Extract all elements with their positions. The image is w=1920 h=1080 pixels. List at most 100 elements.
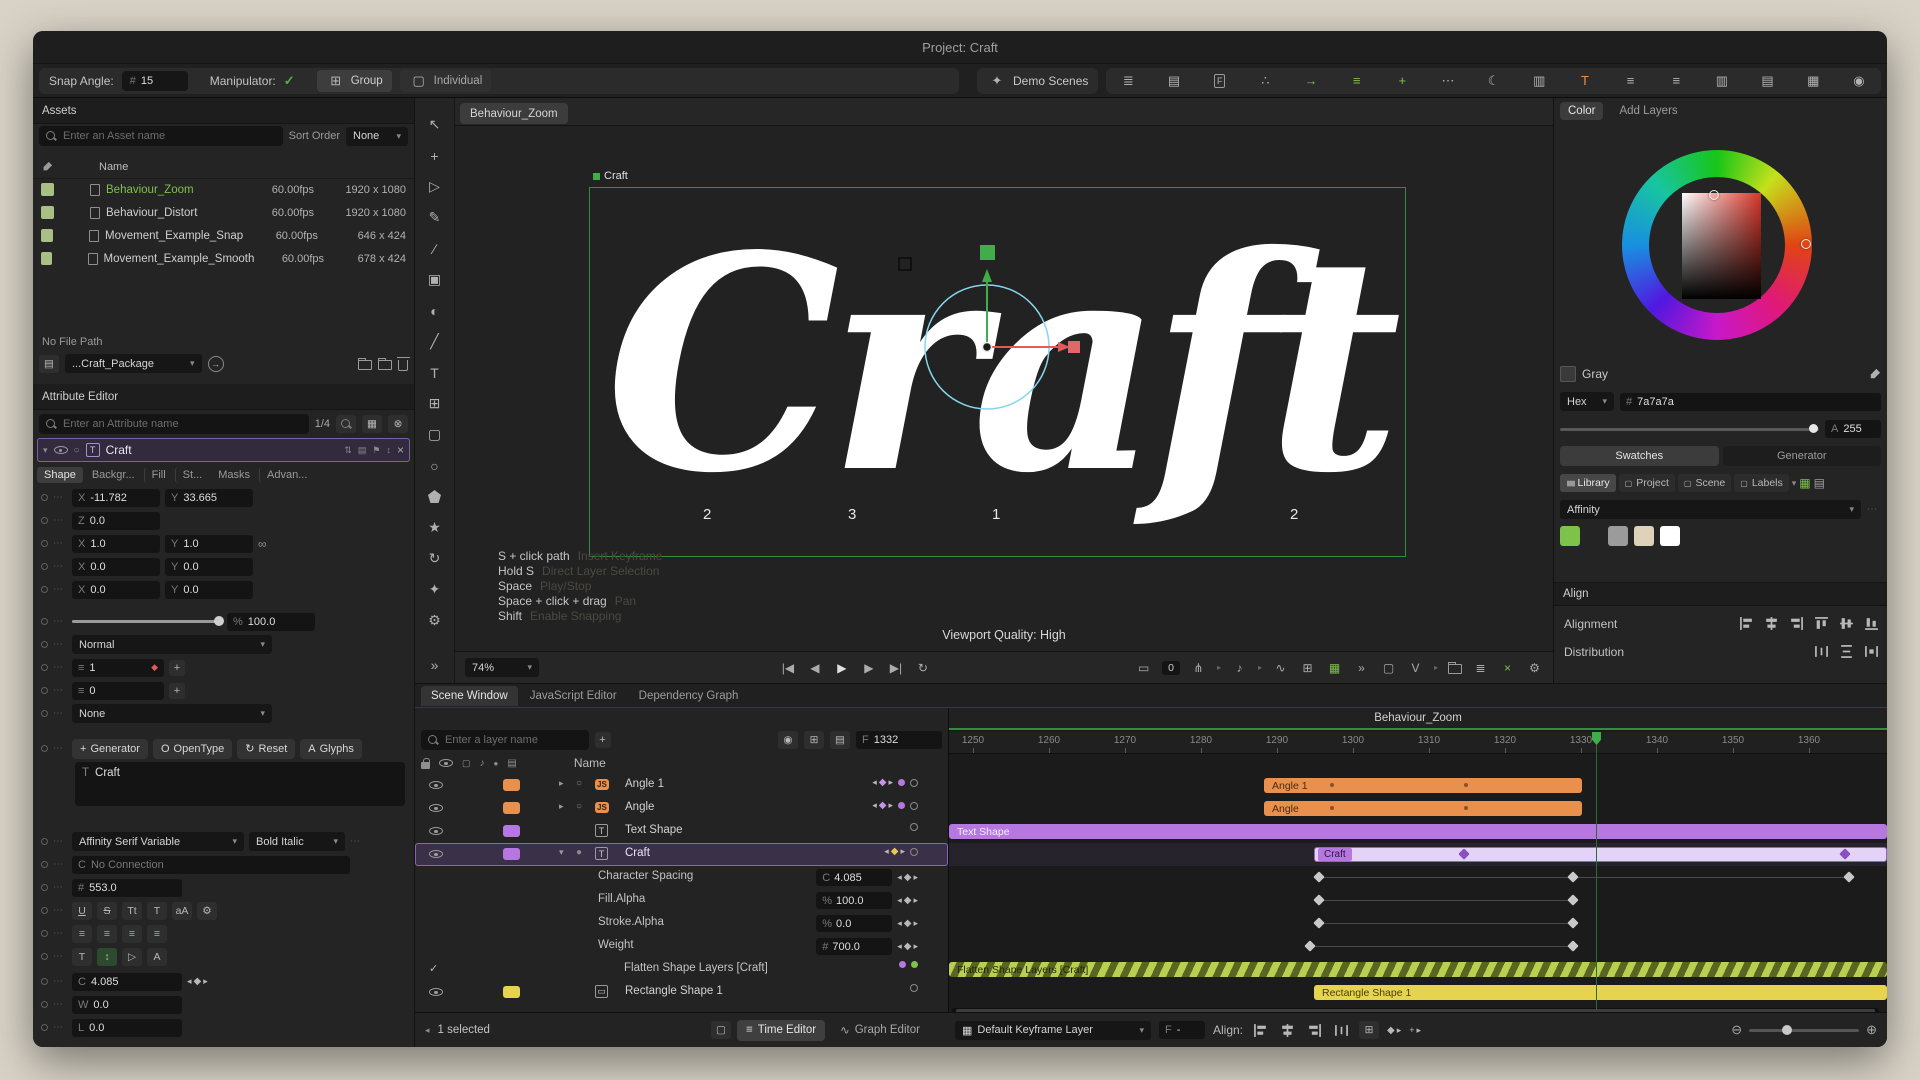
position-y-field[interactable]: Y33.665: [165, 489, 253, 507]
stack-order-value[interactable]: 0: [89, 685, 95, 697]
more-icon[interactable]: ⋯: [350, 836, 364, 847]
keyframe-nav[interactable]: ◂◆▸: [897, 895, 918, 906]
connection-field[interactable]: CNo Connection: [72, 856, 350, 874]
connection-socket[interactable]: [41, 710, 48, 717]
add-button[interactable]: +: [169, 660, 185, 676]
subscript-icon[interactable]: T: [147, 902, 167, 920]
layer-row-craft[interactable]: ▾ ● T Craft ◂◆▸: [415, 843, 948, 866]
filter-film-icon[interactable]: ◉: [778, 731, 798, 749]
align-text-center-icon[interactable]: ≡: [97, 925, 117, 943]
zoom-dropdown[interactable]: 74% ▾: [465, 658, 539, 677]
connection-socket[interactable]: [41, 586, 48, 593]
opentype-button[interactable]: OOpenType: [153, 739, 232, 759]
collection-dropdown[interactable]: Affinity▾: [1560, 500, 1861, 519]
add-layer-button[interactable]: +: [595, 732, 611, 748]
eye-icon[interactable]: [429, 848, 443, 860]
connection-socket[interactable]: [41, 861, 48, 868]
grid-view-icon[interactable]: ▦: [1799, 476, 1810, 490]
asset-search-input[interactable]: [63, 130, 277, 142]
w-value[interactable]: 0.0: [93, 999, 108, 1011]
row-menu-icon[interactable]: ⋯: [53, 492, 67, 503]
brush-tool-icon[interactable]: ∕: [424, 238, 445, 259]
audio-column-icon[interactable]: ♪: [480, 758, 485, 769]
clip-bar[interactable]: Angle 1: [1264, 778, 1582, 793]
pivot-y-field[interactable]: Y0.0: [165, 581, 253, 599]
char-spacing-value[interactable]: 4.085: [91, 976, 119, 988]
swatch[interactable]: [1560, 526, 1580, 546]
property-value-field[interactable]: #700.0: [816, 938, 892, 955]
skip-to-start-button[interactable]: |◀: [779, 658, 796, 678]
keyframe-diamond-icon[interactable]: ◆: [879, 800, 887, 811]
snapping-icon[interactable]: ▦: [1326, 658, 1343, 678]
levels-icon[interactable]: ≡: [1347, 70, 1367, 92]
attribute-search-field[interactable]: [39, 414, 309, 434]
eyedropper-icon[interactable]: [1868, 368, 1881, 381]
list-view-icon[interactable]: ▤: [1814, 476, 1825, 490]
layer-search-field[interactable]: [421, 730, 589, 750]
polygon-tool-icon[interactable]: [424, 486, 445, 507]
generator-button[interactable]: +Generator: [72, 739, 148, 759]
opacity-field[interactable]: %100.0: [227, 613, 315, 631]
effect-dropdown[interactable]: None▾: [72, 704, 272, 723]
property-value[interactable]: 100.0: [836, 895, 864, 907]
row-menu-icon[interactable]: ⋯: [53, 584, 67, 595]
zoom-out-icon[interactable]: ⊖: [1731, 1022, 1742, 1038]
align-panel-header[interactable]: Align: [1554, 582, 1887, 606]
property-value-field[interactable]: %0.0: [816, 915, 892, 932]
keyframe-nav[interactable]: ◂◆▸: [897, 918, 918, 929]
current-frame-field[interactable]: F 1332: [856, 731, 942, 749]
row-menu-icon[interactable]: ⋯: [53, 905, 67, 916]
fill-tool-icon[interactable]: ◐: [424, 300, 445, 321]
keyframe[interactable]: [1567, 917, 1578, 928]
property-value[interactable]: 0.0: [836, 918, 851, 930]
row-menu-icon[interactable]: ⋯: [53, 882, 67, 893]
row-menu-icon[interactable]: ⋯: [53, 836, 67, 847]
onion-skin-count[interactable]: 0: [1162, 661, 1180, 675]
eyedropper-icon[interactable]: [41, 161, 53, 173]
tab-swatches[interactable]: Swatches: [1560, 446, 1719, 466]
graph-editor-tab[interactable]: ∿Graph Editor: [831, 1020, 929, 1041]
anchor-tool-icon[interactable]: +: [424, 145, 445, 166]
asset-swatch[interactable]: [41, 183, 54, 196]
text-animator-icon[interactable]: T: [1575, 70, 1595, 92]
plus-icon[interactable]: +: [1409, 1025, 1414, 1035]
dark-mode-icon[interactable]: ☾: [1484, 70, 1504, 92]
property-row-weight[interactable]: Weight #700.0◂◆▸: [415, 935, 948, 958]
individual-button[interactable]: ▢ Individual: [400, 70, 492, 92]
panel-layout-icon[interactable]: ▤: [1164, 70, 1184, 92]
stack-order-value[interactable]: 1: [89, 662, 95, 674]
library-button[interactable]: ≣Library: [1560, 474, 1616, 492]
row-menu-icon[interactable]: ⋯: [53, 708, 67, 719]
distribute-v-icon[interactable]: [1837, 642, 1856, 661]
color-wheel[interactable]: [1622, 150, 1812, 340]
frame-all-icon[interactable]: ▢: [711, 1021, 731, 1039]
particles-icon[interactable]: ∴: [1255, 70, 1275, 92]
row-menu-icon[interactable]: ⋯: [53, 685, 67, 696]
hex-value[interactable]: 7a7a7a: [1637, 396, 1674, 408]
solo-icon[interactable]: ○: [74, 445, 80, 456]
stack-view-icon[interactable]: ▦: [362, 415, 382, 433]
asset-name[interactable]: Behaviour_Distort: [106, 207, 236, 219]
prev-keyframe-icon[interactable]: ◂: [897, 872, 902, 883]
prev-keyframe-icon[interactable]: ◂: [872, 777, 877, 788]
tab-fill[interactable]: Fill: [144, 467, 173, 483]
caret-icon[interactable]: ▸: [1434, 663, 1438, 672]
align-text-right-icon[interactable]: ≡: [122, 925, 142, 943]
close-icon[interactable]: ×: [397, 443, 404, 457]
more-box-icon[interactable]: ⋯: [1438, 70, 1458, 92]
text-content-value[interactable]: Craft: [95, 767, 120, 801]
text-tool-icon[interactable]: T: [424, 362, 445, 383]
audio-icon[interactable]: ♪: [1231, 658, 1248, 678]
distribute-spacing-icon[interactable]: [1862, 642, 1881, 661]
keyframe-diamond-icon[interactable]: ◆: [891, 846, 899, 857]
position-x-field[interactable]: X-11.782: [72, 489, 160, 507]
keyframe-diamond-icon[interactable]: ◆: [1387, 1025, 1395, 1036]
tab-dependency-graph[interactable]: Dependency Graph: [629, 686, 749, 706]
time-editor-tab[interactable]: ≡Time Editor: [737, 1020, 825, 1041]
alpha-slider[interactable]: [1560, 428, 1819, 431]
layer-name[interactable]: Flatten Shape Layers [Craft]: [624, 962, 768, 974]
label-dot[interactable]: [898, 779, 905, 786]
collapse-icon[interactable]: ▾: [43, 445, 48, 456]
repeat-tool-icon[interactable]: ↻: [424, 548, 445, 569]
keyframe[interactable]: [1313, 894, 1324, 905]
